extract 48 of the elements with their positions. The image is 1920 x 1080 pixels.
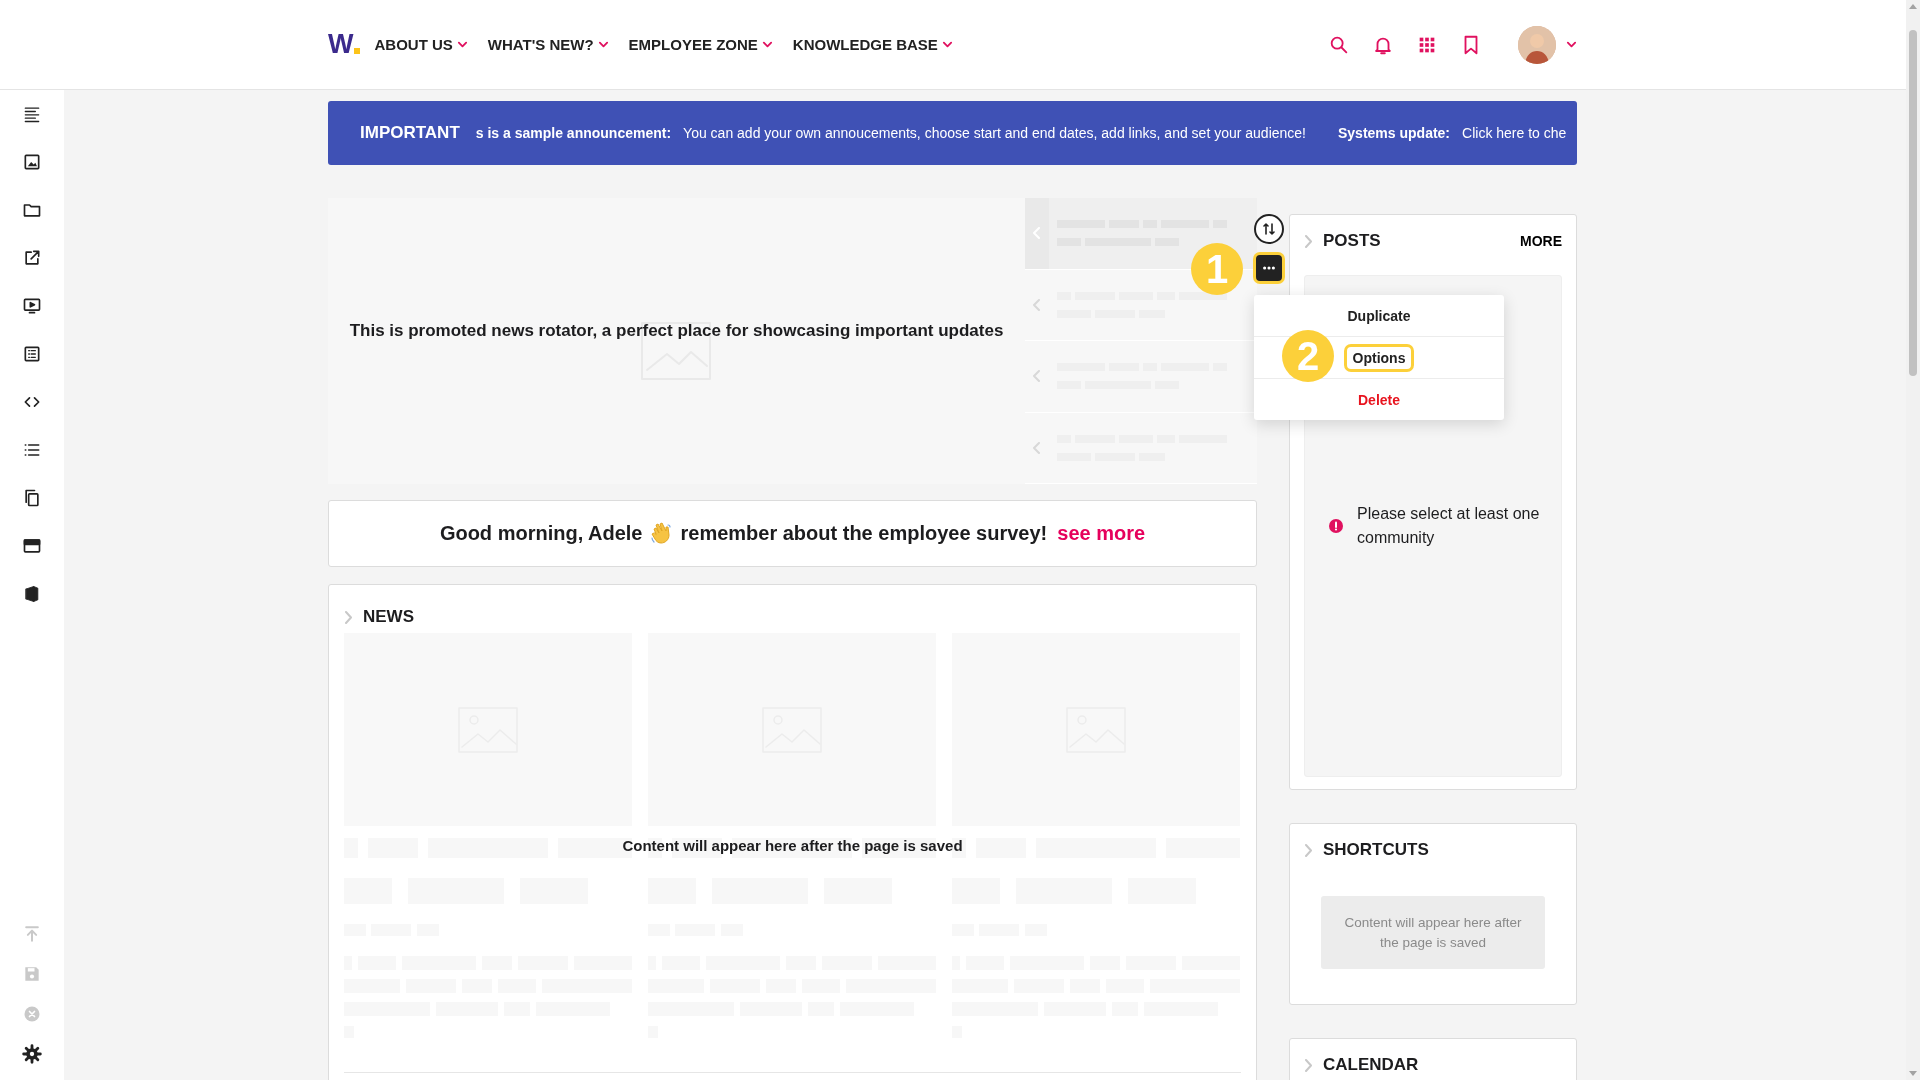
avatar[interactable] bbox=[1518, 25, 1556, 64]
chevron-left-icon bbox=[1032, 441, 1042, 454]
nav-menu-item[interactable]: EMPLOYEE ZONE bbox=[628, 36, 773, 53]
copy-icon[interactable] bbox=[22, 488, 42, 508]
document-list-icon[interactable] bbox=[22, 344, 42, 364]
caret-icon[interactable] bbox=[1566, 39, 1577, 50]
window-icon[interactable] bbox=[22, 536, 42, 556]
menu-item[interactable]: Options bbox=[1343, 343, 1415, 372]
more-options-button[interactable] bbox=[1253, 252, 1285, 284]
caret-icon bbox=[456, 39, 468, 50]
nav-menu-item[interactable]: WHAT'S NEW? bbox=[487, 36, 609, 53]
announcement-text[interactable]: You can add your own annoucements, choose start and end dates, add links, and set your audience! bbox=[683, 125, 1306, 141]
see-more-link[interactable]: see more bbox=[1057, 522, 1146, 545]
caret-icon bbox=[597, 39, 609, 50]
section-title: POSTS bbox=[1323, 231, 1381, 251]
more-link[interactable]: MORE bbox=[1520, 233, 1562, 249]
greeting-text: Good morning, Adele bbox=[439, 522, 643, 545]
up-down-arrows-icon bbox=[1262, 222, 1276, 236]
waving-hand-icon bbox=[650, 521, 673, 546]
announcement-title: Systems update: bbox=[1338, 125, 1451, 141]
nav-menu-item[interactable]: KNOWLEDGE BASE bbox=[792, 36, 953, 53]
caret-icon bbox=[761, 39, 773, 50]
menu-item[interactable]: Duplicate bbox=[1338, 301, 1420, 330]
placeholder-message: Content will appear here after the page is saved bbox=[1321, 896, 1545, 969]
error-icon bbox=[1329, 519, 1343, 533]
external-link-icon[interactable] bbox=[22, 248, 42, 268]
section-title: CALENDAR bbox=[1323, 1055, 1419, 1075]
scrollbar-thumb[interactable] bbox=[1909, 30, 1917, 376]
announcement-text[interactable]: Click here to che bbox=[1462, 125, 1567, 141]
image-icon[interactable] bbox=[22, 152, 42, 172]
reorder-button[interactable] bbox=[1254, 214, 1284, 244]
greeting-text: remember about the employee survey! bbox=[680, 522, 1048, 545]
section-title: SHORTCUTS bbox=[1323, 840, 1429, 860]
settings-icon[interactable] bbox=[22, 1044, 42, 1064]
video-icon[interactable] bbox=[22, 296, 42, 316]
placeholder-message: Content will appear here after the page is saved bbox=[621, 837, 964, 854]
nav-menu-item[interactable]: ABOUT US bbox=[374, 36, 468, 53]
caret-icon bbox=[941, 39, 953, 50]
logo[interactable]: W bbox=[328, 29, 361, 60]
scrollbar[interactable] bbox=[1906, 0, 1920, 1080]
chevron-left-icon bbox=[1032, 298, 1042, 311]
chevron-left-icon bbox=[1032, 370, 1042, 383]
section-title: NEWS bbox=[363, 607, 414, 627]
slide-caption: This is promoted news rotator, a perfect place for showcasing important updates bbox=[349, 321, 1004, 341]
announcement-label: IMPORTANT bbox=[360, 123, 460, 143]
menu-item[interactable]: Delete bbox=[1349, 385, 1409, 414]
error-message: Please select at least one community bbox=[1357, 504, 1541, 548]
announcement-title: s is a sample announcement: bbox=[475, 125, 672, 141]
